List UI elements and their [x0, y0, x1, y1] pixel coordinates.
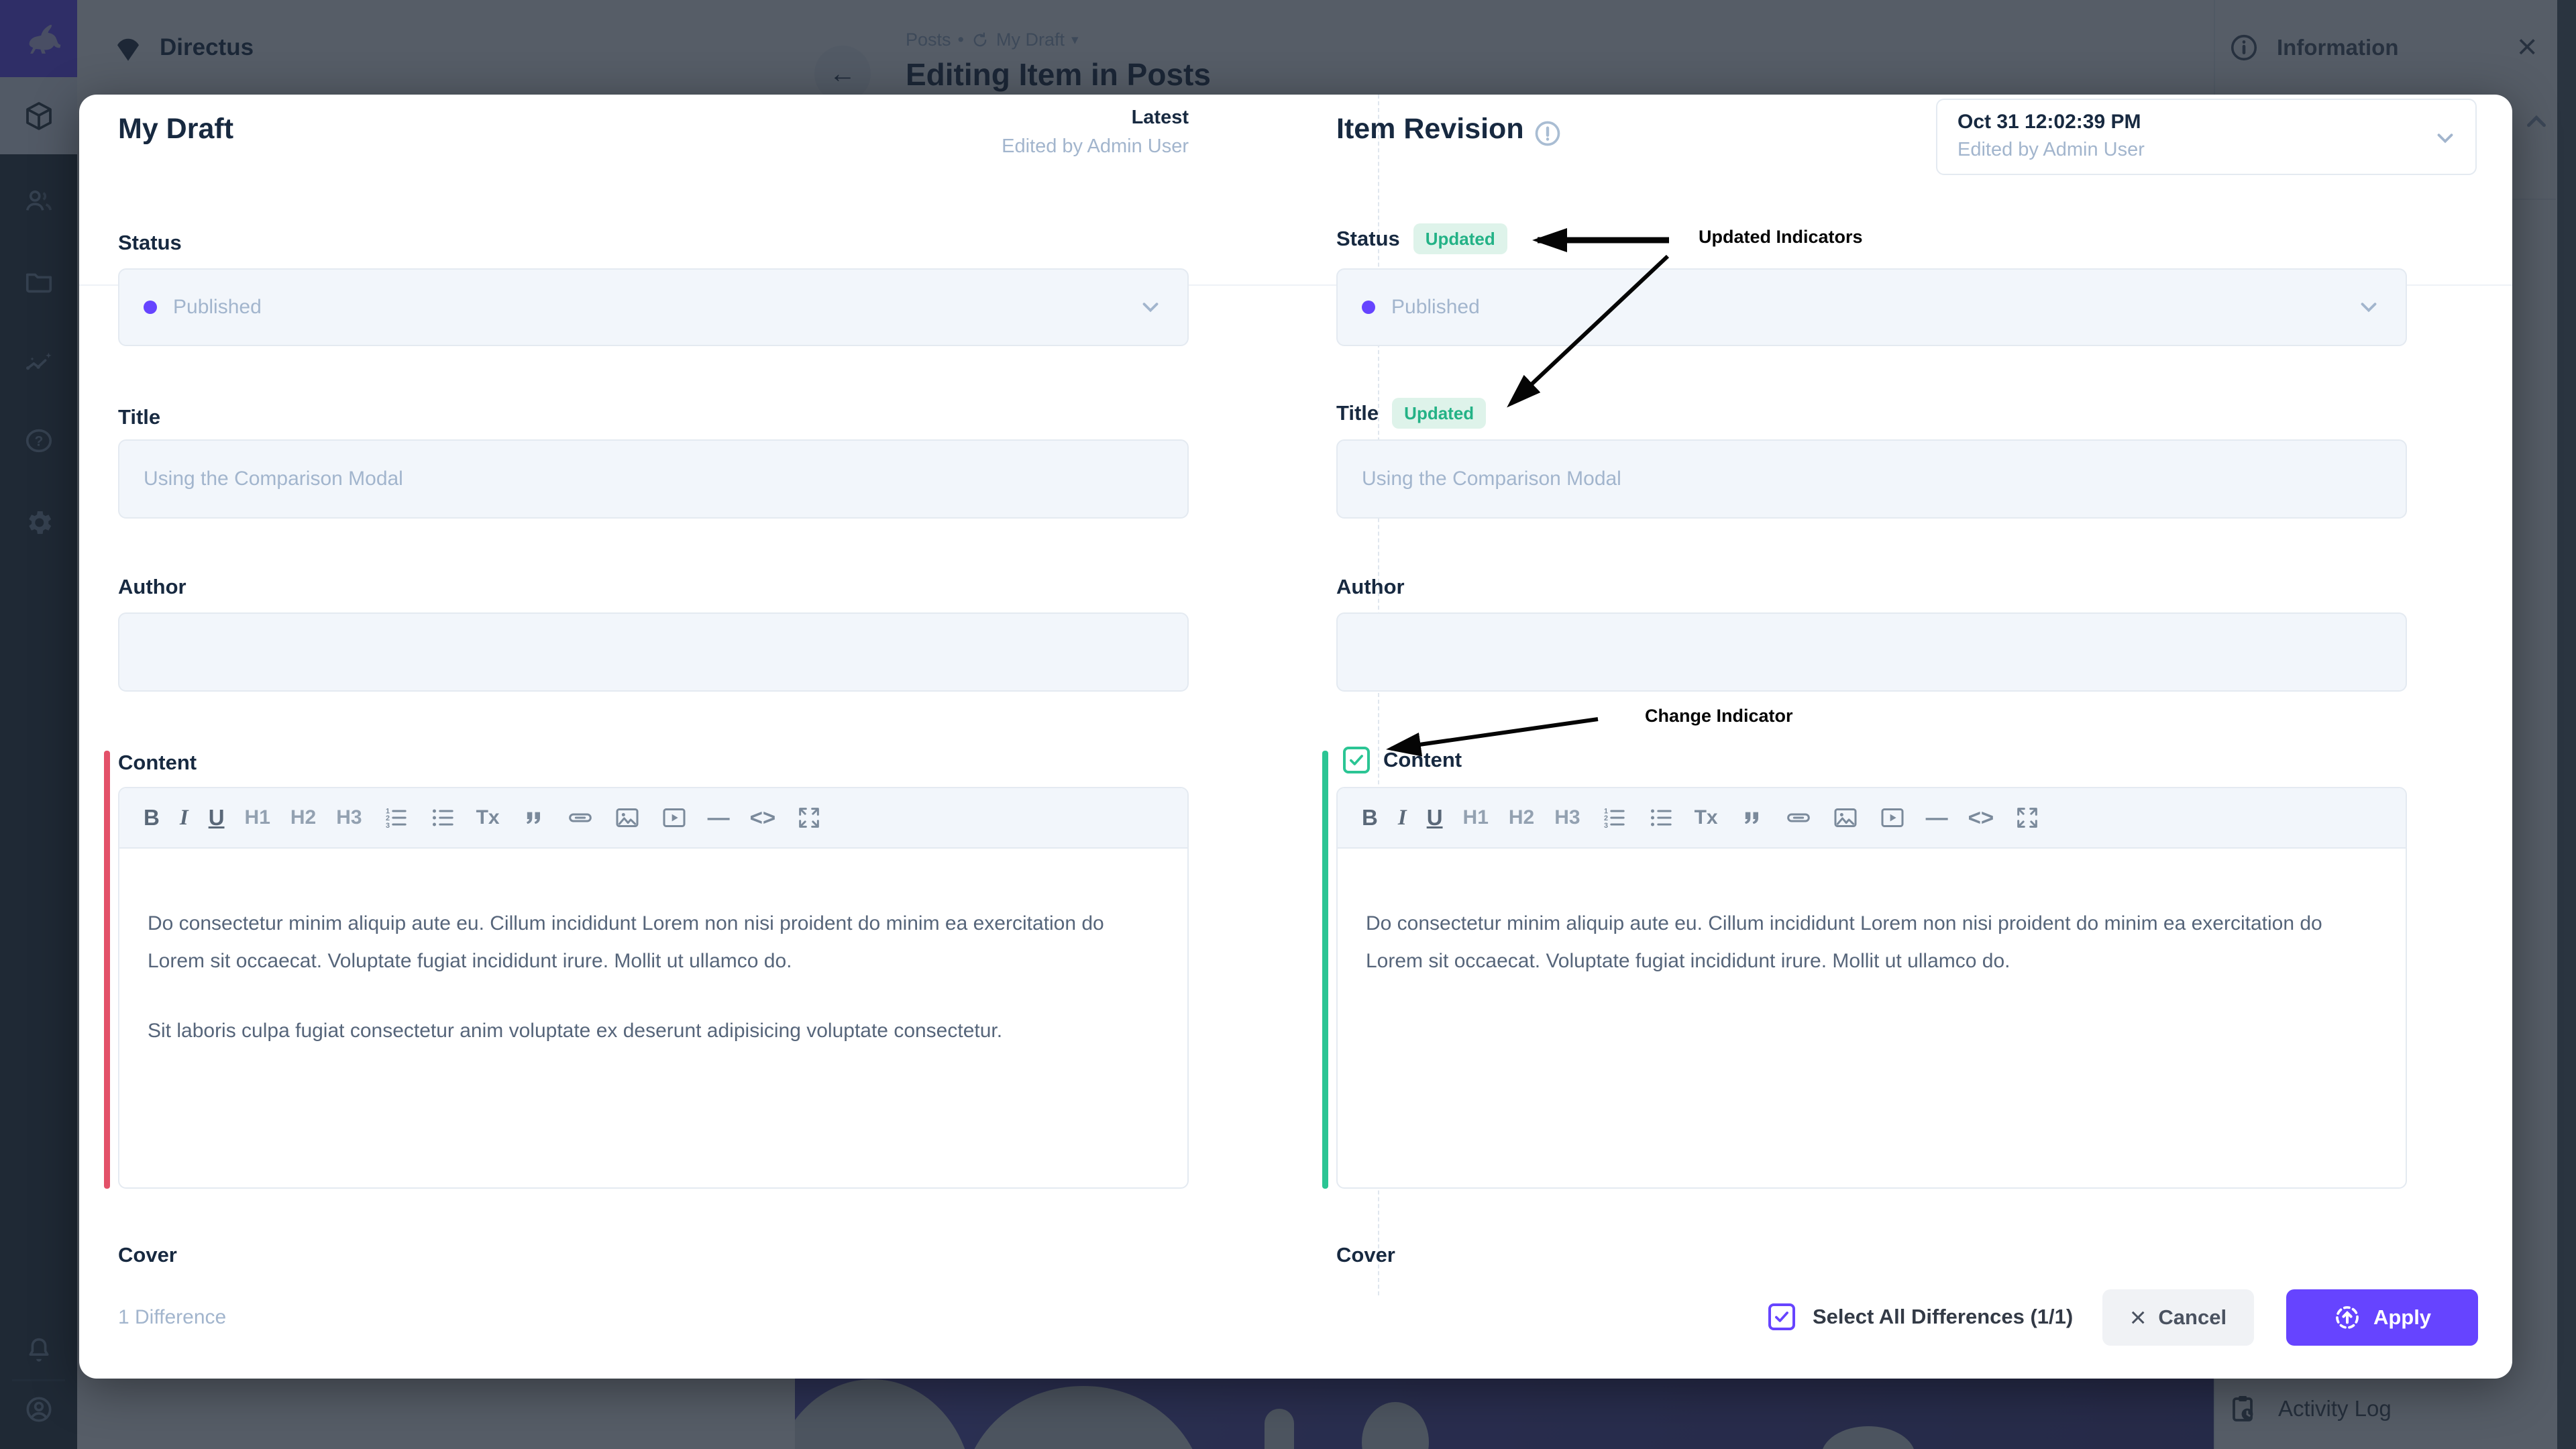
status-dot-icon [1362, 301, 1375, 314]
underline-icon[interactable]: U [209, 805, 225, 830]
fullscreen-icon[interactable] [796, 804, 822, 831]
clear-format-icon[interactable]: Tx [476, 806, 500, 829]
status-row-right: Status Updated [1336, 223, 1507, 254]
status-select-right[interactable]: Published [1336, 268, 2407, 346]
video-icon[interactable] [661, 804, 688, 831]
left-pane-meta: Latest Edited by Admin User [1002, 107, 1189, 158]
select-all-checkbox[interactable] [1768, 1303, 1795, 1330]
editor-body-left[interactable]: Do consectetur minim aliquip aute eu. Ci… [119, 849, 1187, 1050]
revision-info-icon[interactable] [1533, 119, 1562, 148]
differences-count: 1 Difference [118, 1306, 226, 1329]
code-icon[interactable]: <> [750, 805, 776, 830]
content-label-right: Content [1383, 748, 1462, 772]
right-pane-title: Item Revision [1336, 113, 1524, 146]
underline-icon[interactable]: U [1427, 805, 1443, 830]
cover-label-right: Cover [1336, 1243, 1395, 1267]
image-icon[interactable] [1832, 804, 1859, 831]
bold-icon[interactable]: B [1362, 805, 1378, 830]
heading-3-icon[interactable]: H3 [1554, 806, 1580, 829]
video-icon[interactable] [1879, 804, 1906, 831]
status-value-right: Published [1391, 296, 1480, 319]
title-value-left: Using the Comparison Modal [144, 468, 403, 490]
author-label-right: Author [1336, 575, 1405, 599]
content-change-checkbox[interactable] [1343, 747, 1370, 773]
chevron-down-icon [1138, 294, 1163, 320]
ordered-list-icon[interactable]: 123 [1601, 804, 1627, 831]
content-paragraph: Do consectetur minim aliquip aute eu. Ci… [148, 905, 1107, 980]
svg-text:3: 3 [386, 822, 390, 830]
horizontal-rule-icon[interactable]: — [708, 805, 730, 830]
revision-edited-by: Edited by Admin User [1957, 139, 2455, 161]
title-input-left[interactable]: Using the Comparison Modal [118, 439, 1189, 519]
status-label-left: Status [118, 231, 182, 255]
heading-2-icon[interactable]: H2 [290, 806, 316, 829]
svg-text:3: 3 [1604, 822, 1608, 830]
author-label-left: Author [118, 575, 186, 599]
title-input-right[interactable]: Using the Comparison Modal [1336, 439, 2407, 519]
change-bar-old [104, 751, 110, 1189]
apply-commit-icon [2333, 1303, 2361, 1332]
title-value-right: Using the Comparison Modal [1362, 468, 1621, 490]
author-input-right[interactable] [1336, 612, 2407, 692]
revision-timestamp: Oct 31 12:02:39 PM [1957, 111, 2455, 133]
chevron-down-icon [2356, 294, 2381, 320]
horizontal-rule-icon[interactable]: — [1926, 805, 1948, 830]
check-icon [1773, 1308, 1790, 1326]
cancel-label: Cancel [2158, 1305, 2226, 1330]
cancel-button[interactable]: × Cancel [2102, 1289, 2254, 1346]
screen: ? Directus ← Posts • My Draft ▾ Editing … [0, 0, 2576, 1449]
bullet-list-icon[interactable] [1648, 804, 1674, 831]
content-row-right: Content [1343, 747, 1462, 773]
cover-label-left: Cover [118, 1243, 177, 1267]
title-label-right: Title [1336, 401, 1379, 425]
blockquote-icon[interactable] [1738, 804, 1765, 831]
left-pane-title: My Draft [118, 113, 233, 146]
editor-toolbar-right: BIU H1 H2 H3 123 Tx — <> [1338, 788, 2406, 849]
italic-icon[interactable]: I [180, 806, 189, 830]
cancel-x-icon: × [2130, 1303, 2147, 1332]
change-bar-new [1322, 751, 1328, 1189]
title-row-right: Title Updated [1336, 398, 1486, 429]
editor-toolbar-left: BIU H1 H2 H3 123 Tx — <> [119, 788, 1187, 849]
content-editor-left: BIU H1 H2 H3 123 Tx — <> Do consectetur minim a… [118, 787, 1189, 1189]
author-input-left[interactable] [118, 612, 1189, 692]
meta-latest: Latest [1002, 107, 1189, 129]
title-updated-badge: Updated [1392, 398, 1486, 429]
status-value-left: Published [173, 296, 262, 319]
content-editor-right: BIU H1 H2 H3 123 Tx — <> Do consectetur minim a… [1336, 787, 2407, 1189]
content-label-left: Content [118, 751, 197, 775]
apply-label: Apply [2373, 1305, 2431, 1330]
heading-1-icon[interactable]: H1 [245, 806, 270, 829]
clear-format-icon[interactable]: Tx [1695, 806, 1718, 829]
select-all-row: Select All Differences (1/1) [1768, 1303, 2073, 1330]
link-icon[interactable] [567, 804, 594, 831]
heading-1-icon[interactable]: H1 [1463, 806, 1489, 829]
content-paragraph: Do consectetur minim aliquip aute eu. Ci… [1366, 905, 2325, 980]
content-paragraph: Sit laboris culpa fugiat consectetur ani… [148, 1012, 1107, 1050]
status-select-left[interactable]: Published [118, 268, 1189, 346]
status-dot-icon [144, 301, 157, 314]
comparison-modal: My Draft Latest Edited by Admin User Sta… [79, 95, 2512, 1379]
italic-icon[interactable]: I [1398, 806, 1407, 830]
title-label-left: Title [118, 405, 160, 429]
revision-picker[interactable]: Oct 31 12:02:39 PM Edited by Admin User [1936, 99, 2477, 175]
apply-button[interactable]: Apply [2286, 1289, 2478, 1346]
fullscreen-icon[interactable] [2014, 804, 2041, 831]
code-icon[interactable]: <> [1968, 805, 1994, 830]
link-icon[interactable] [1785, 804, 1812, 831]
editor-body-right[interactable]: Do consectetur minim aliquip aute eu. Ci… [1338, 849, 2406, 980]
chevron-down-icon [2432, 125, 2458, 151]
ordered-list-icon[interactable]: 123 [382, 804, 409, 831]
check-icon [1348, 751, 1365, 769]
bullet-list-icon[interactable] [429, 804, 456, 831]
status-label-right: Status [1336, 227, 1400, 251]
status-updated-badge: Updated [1413, 223, 1507, 254]
image-icon[interactable] [614, 804, 641, 831]
heading-3-icon[interactable]: H3 [336, 806, 362, 829]
meta-edited-by: Edited by Admin User [1002, 136, 1189, 158]
blockquote-icon[interactable] [520, 804, 547, 831]
bold-icon[interactable]: B [144, 805, 160, 830]
select-all-label: Select All Differences (1/1) [1813, 1305, 2073, 1329]
heading-2-icon[interactable]: H2 [1509, 806, 1534, 829]
